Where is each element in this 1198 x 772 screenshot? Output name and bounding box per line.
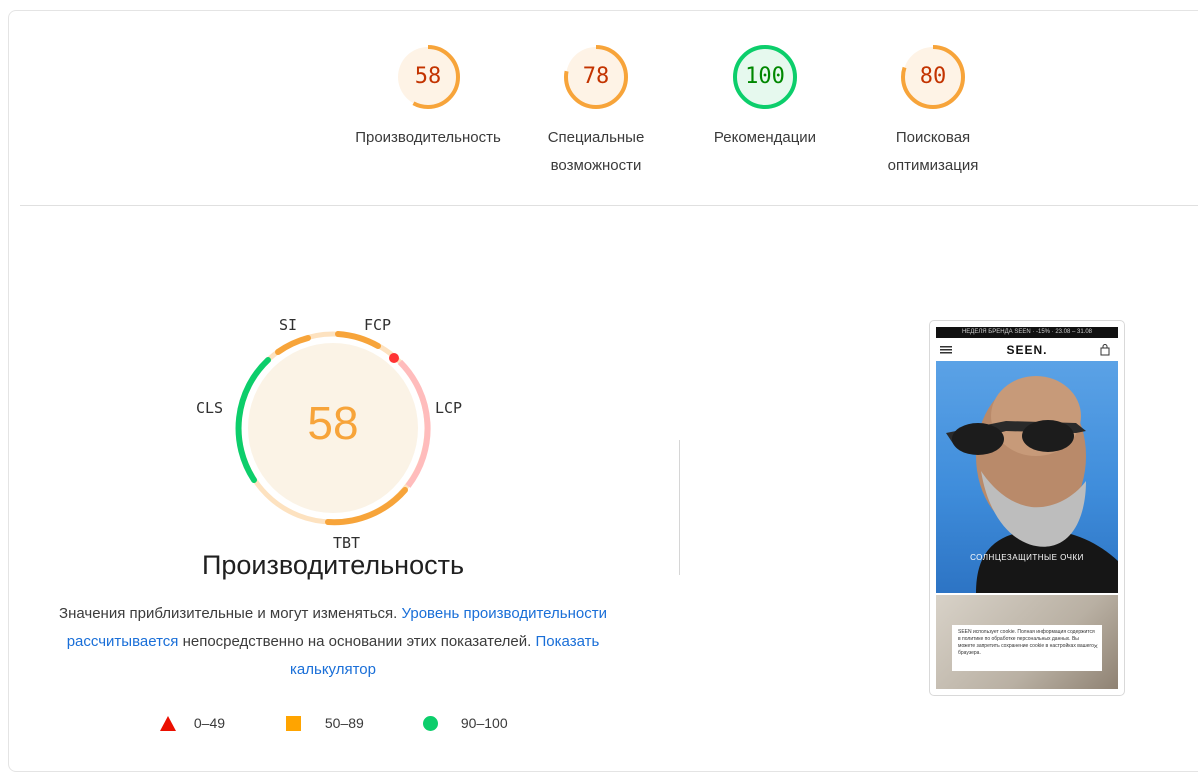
cookie-banner: SEEN использует cookie. Полная информаци… [952, 625, 1102, 671]
gauge-label: Специальные возможности [547, 129, 645, 174]
score-marker [389, 353, 399, 363]
gauge-label: Производительность [355, 129, 501, 146]
gauge-score: 80 [919, 64, 947, 89]
hero-image: СОЛНЦЕЗАЩИТНЫЕ ОЧКИ [936, 361, 1118, 593]
legend-average: 50–89 [286, 714, 364, 731]
performance-title: Производительность [201, 550, 465, 580]
gauge-label: Рекомендации [713, 129, 817, 146]
legend-range: 0–49 [193, 715, 226, 732]
square-icon [286, 715, 301, 731]
desc-text-2: непосредственно на основании этих показа… [178, 633, 536, 650]
metric-label-cls[interactable]: CLS [196, 399, 223, 417]
brand-logo: SEEN. [1006, 343, 1048, 357]
triangle-icon [160, 715, 176, 731]
cookie-text: SEEN использует cookie. Полная информаци… [958, 629, 1095, 656]
final-screenshot[interactable]: НЕДЕЛЯ БРЕНДА SEEN · -15% · 23.08 – 31.0… [929, 320, 1125, 696]
legend-pass: 90–100 [423, 714, 508, 731]
desc-text-1: Значения приблизительные и могут изменят… [59, 605, 402, 622]
metric-label-fcp[interactable]: FCP [364, 316, 391, 334]
gauge-score: 58 [414, 64, 442, 89]
gauge-accessibility[interactable]: 78 Специальные возможности [511, 42, 681, 180]
section-divider [20, 205, 1198, 206]
gauge-label: Поисковая оптимизация [887, 129, 979, 174]
legend-range: 90–100 [460, 715, 508, 732]
promo-bar: НЕДЕЛЯ БРЕНДА SEEN · -15% · 23.08 – 31.0… [936, 327, 1118, 338]
gauge-performance[interactable]: 58 Производительность [343, 42, 513, 152]
hero-caption: СОЛНЦЕЗАЩИТНЫЕ ОЧКИ [970, 553, 1084, 562]
category-gauges: 58 Производительность 78 Специальные воз… [0, 0, 1198, 205]
performance-score: 58 [307, 397, 359, 449]
gauge-best-practices[interactable]: 100 Рекомендации [680, 42, 850, 152]
site-nav: SEEN. [936, 340, 1118, 360]
gauge-score: 100 [745, 64, 785, 89]
legend-range: 50–89 [324, 715, 364, 732]
vertical-divider [679, 440, 680, 575]
gauge-score: 78 [582, 64, 610, 89]
gauge-seo[interactable]: 80 Поисковая оптимизация [848, 42, 1018, 180]
metric-label-si[interactable]: SI [279, 316, 297, 334]
bag-icon [1100, 344, 1110, 356]
close-icon[interactable]: × [1093, 643, 1098, 651]
circle-icon [423, 715, 438, 731]
metric-label-lcp[interactable]: LCP [435, 399, 462, 417]
legend-fail: 0–49 [160, 714, 225, 731]
performance-description: Значения приблизительные и могут изменят… [50, 600, 616, 684]
